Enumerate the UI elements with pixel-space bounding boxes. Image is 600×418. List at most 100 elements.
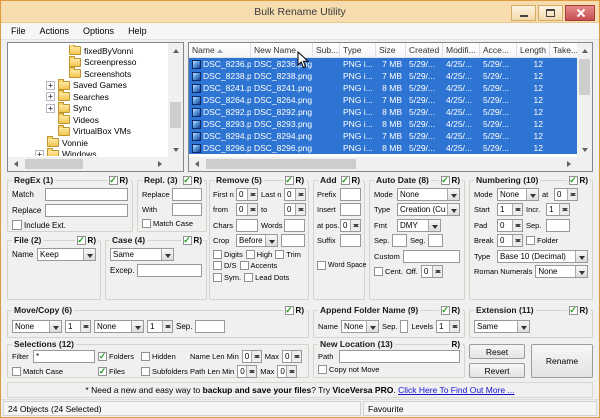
file-row[interactable]: DSC_8296.png DSC_8296.png PNG i... 8 MB … xyxy=(189,142,577,154)
date-type-select[interactable]: Creation (Cur xyxy=(397,203,460,216)
file-reset-link[interactable]: R) xyxy=(88,236,96,245)
menu-options[interactable]: Options xyxy=(76,24,121,38)
file-row[interactable]: DSC_8293.png DSC_8293.png PNG i... 8 MB … xyxy=(189,118,577,130)
word-space-checkbox[interactable]: Word Space xyxy=(317,261,366,270)
tree-item[interactable]: Screenpresso xyxy=(9,55,167,69)
scroll-left-button[interactable] xyxy=(189,157,204,171)
numbering-folder-checkbox[interactable]: Folder xyxy=(526,236,558,245)
date-mode-select[interactable]: None xyxy=(397,187,460,201)
scroll-right-button[interactable] xyxy=(153,157,168,171)
remove-reset-link[interactable]: R) xyxy=(296,176,304,185)
from-spinner[interactable]: 0 xyxy=(236,203,258,216)
extension-mode-select[interactable]: Same xyxy=(474,320,530,333)
numbering-pad-spinner[interactable]: 0 xyxy=(497,218,523,232)
date-sep-input[interactable] xyxy=(392,234,407,247)
tree-item[interactable]: + Searches xyxy=(9,90,167,103)
trim-checkbox[interactable]: Trim xyxy=(275,249,301,259)
column-header-sub[interactable]: Sub... xyxy=(313,43,340,57)
path-len-min-spinner[interactable]: 0 xyxy=(237,365,258,378)
column-header-accessed[interactable]: Acce... xyxy=(480,43,517,57)
list-vertical-scrollbar[interactable] xyxy=(577,43,592,157)
append-folder-enable-checkbox[interactable] xyxy=(440,306,450,315)
minimize-button[interactable] xyxy=(511,4,536,21)
words-input[interactable] xyxy=(284,218,305,232)
append-levels-spinner[interactable]: 1 xyxy=(436,320,460,333)
auto-date-enable-checkbox[interactable] xyxy=(440,176,450,185)
case-reset-link[interactable]: R) xyxy=(194,236,202,245)
scroll-up-button[interactable] xyxy=(168,43,183,57)
date-fmt-select[interactable]: DMY xyxy=(397,218,441,232)
move-copy-n1-spinner[interactable]: 1 xyxy=(65,320,91,333)
file-enable-checkbox[interactable] xyxy=(76,236,86,245)
roman-numerals-select[interactable]: None xyxy=(535,265,588,278)
suffix-input[interactable] xyxy=(340,234,361,247)
date-custom-input[interactable] xyxy=(403,249,460,263)
move-copy-mode1-select[interactable]: None xyxy=(12,320,62,333)
files-checkbox[interactable]: Files xyxy=(98,367,138,376)
column-header-size[interactable]: Size xyxy=(376,43,406,57)
name-len-max-spinner[interactable]: 0 xyxy=(281,350,302,363)
add-reset-link[interactable]: R) xyxy=(352,176,360,185)
append-sep-input[interactable] xyxy=(400,320,409,333)
replace-match-case-checkbox[interactable]: Match Case xyxy=(142,218,193,228)
high-checkbox[interactable]: High xyxy=(245,249,272,259)
date-seg-input[interactable] xyxy=(428,234,443,247)
case-exceptions-input[interactable] xyxy=(137,264,202,277)
tree-item[interactable]: fixedByVonni xyxy=(9,45,167,57)
case-enable-checkbox[interactable] xyxy=(182,236,192,245)
move-copy-reset-link[interactable]: R) xyxy=(296,306,304,315)
regex-include-ext-checkbox[interactable]: Include Ext. xyxy=(12,220,66,230)
move-copy-n2-spinner[interactable]: 1 xyxy=(147,320,173,333)
scroll-up-button[interactable] xyxy=(577,43,592,57)
regex-replace-input[interactable] xyxy=(45,204,128,217)
date-offset-spinner[interactable]: 0 xyxy=(420,265,443,278)
replace-enable-checkbox[interactable] xyxy=(182,176,192,185)
promo-link[interactable]: Click Here To Find Out More ... xyxy=(398,385,515,395)
file-row[interactable]: DSC_8292.png DSC_8292.png PNG i... 8 MB … xyxy=(189,106,577,118)
at-pos-spinner[interactable]: 0 xyxy=(340,218,361,232)
hidden-checkbox[interactable]: Hidden xyxy=(141,352,187,361)
move-copy-sep-input[interactable] xyxy=(195,320,226,333)
column-header-name[interactable]: Name xyxy=(189,43,251,57)
century-checkbox[interactable]: Cent. xyxy=(374,267,403,276)
symbols-checkbox[interactable]: Sym. xyxy=(213,272,241,282)
replace-reset-link[interactable]: R) xyxy=(194,176,202,185)
remove-enable-checkbox[interactable] xyxy=(284,176,294,185)
auto-date-reset-link[interactable]: R) xyxy=(452,176,460,185)
revert-button[interactable]: Revert xyxy=(469,363,525,378)
first-n-spinner[interactable]: 0 xyxy=(236,187,258,201)
tree-expander-icon[interactable]: + xyxy=(35,149,44,156)
numbering-type-select[interactable]: Base 10 (Decimal) xyxy=(497,249,588,263)
case-mode-select[interactable]: Same xyxy=(110,248,174,261)
tree-item[interactable]: Vonnie xyxy=(9,136,167,149)
numbering-incr-spinner[interactable]: 1 xyxy=(546,203,570,216)
tree-expander-icon[interactable]: + xyxy=(46,80,55,90)
scroll-thumb[interactable] xyxy=(579,59,590,95)
lead-dots-checkbox[interactable]: Lead Dots xyxy=(244,272,289,282)
move-copy-mode2-select[interactable]: None xyxy=(94,320,144,333)
column-header-modified[interactable]: Modifi... xyxy=(443,43,480,57)
tree-item[interactable]: + Windows xyxy=(9,147,167,156)
tree-item[interactable]: Videos xyxy=(9,113,167,126)
tree-vertical-scrollbar[interactable] xyxy=(168,43,183,157)
file-name-select[interactable]: Keep xyxy=(37,248,96,261)
double-space-checkbox[interactable]: D/S xyxy=(213,261,237,270)
filter-input[interactable]: * xyxy=(33,350,95,363)
accents-checkbox[interactable]: Accents xyxy=(239,261,277,270)
tree-horizontal-scrollbar[interactable] xyxy=(8,157,168,171)
file-row[interactable]: DSC_8241.png DSC_8241.png PNG i... 8 MB … xyxy=(189,82,577,94)
append-name-select[interactable]: None xyxy=(341,320,380,333)
column-header-length[interactable]: Length xyxy=(517,43,550,57)
numbering-sep-input[interactable] xyxy=(546,218,570,232)
path-input[interactable] xyxy=(339,350,460,363)
numbering-at-spinner[interactable]: 0 xyxy=(554,187,578,201)
extension-enable-checkbox[interactable] xyxy=(568,306,578,315)
move-copy-enable-checkbox[interactable] xyxy=(284,306,294,315)
selections-match-case-checkbox[interactable]: Match Case xyxy=(12,367,95,376)
scroll-down-button[interactable] xyxy=(168,143,183,157)
add-enable-checkbox[interactable] xyxy=(340,176,350,185)
with-input[interactable] xyxy=(172,203,202,216)
subfolders-checkbox[interactable]: Subfolders xyxy=(141,367,188,376)
insert-input[interactable] xyxy=(340,203,361,216)
file-row[interactable]: DSC_8264.png DSC_8264.png PNG i... 7 MB … xyxy=(189,94,577,106)
